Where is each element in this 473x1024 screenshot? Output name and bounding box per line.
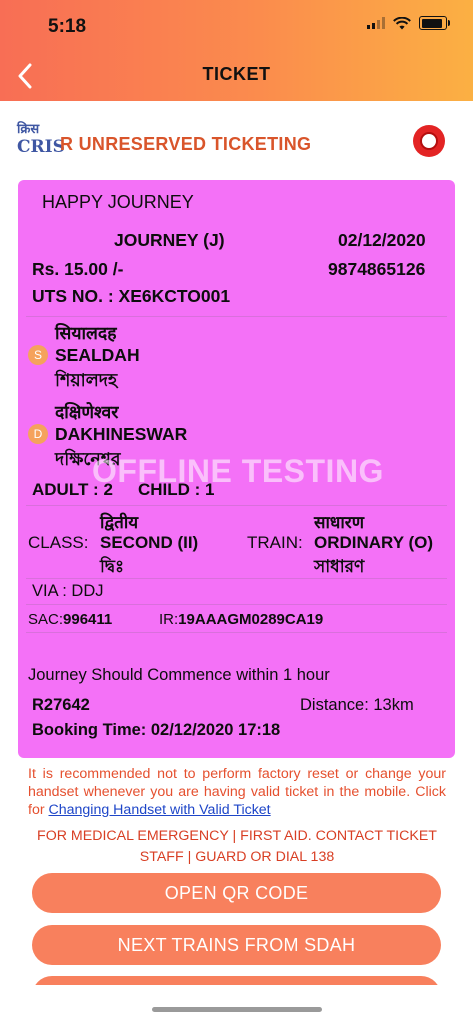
divider: [26, 578, 447, 579]
wifi-icon: [393, 16, 411, 29]
cellular-signal-icon: [367, 17, 385, 29]
reference-number: R27642: [32, 696, 90, 714]
source-hindi: सियालदह: [55, 324, 117, 344]
divider: [26, 316, 447, 317]
source-badge-icon: S: [28, 345, 48, 365]
brand-row: क्रिस CRIS R UNRESERVED TICKETING: [0, 118, 473, 168]
destination-badge-icon: D: [28, 424, 48, 444]
class-hindi: द्वितीय: [100, 513, 139, 533]
booking-time: Booking Time: 02/12/2020 17:18: [32, 721, 281, 739]
greeting: HAPPY JOURNEY: [42, 192, 194, 212]
factory-reset-notice: It is recommended not to perform factory…: [28, 765, 446, 819]
status-time: 5:18: [48, 16, 87, 37]
phone-number: 9874865126: [328, 259, 426, 279]
source-station: SEALDAH: [55, 345, 140, 365]
ir-value: 19AAAGM0289CA19: [178, 611, 324, 628]
source-bengali: শিয়ালদহ: [55, 371, 118, 391]
changing-handset-link[interactable]: Changing Handset with Valid Ticket: [49, 802, 271, 818]
offline-watermark: OFFLINE TESTING: [92, 453, 384, 489]
commence-note: Journey Should Commence within 1 hour: [28, 666, 330, 684]
ir-code: IR:19AAAGM0289CA19: [159, 611, 323, 628]
via: VIA : DDJ: [32, 582, 104, 600]
cris-logo-hindi: क्रिस: [17, 122, 40, 137]
journey-type: JOURNEY (J): [114, 230, 225, 250]
uts-number: UTS NO. : XE6KCTO001: [32, 286, 231, 306]
indian-railways-logo-icon: [413, 125, 445, 157]
train-value: ORDINARY (O): [314, 533, 433, 552]
battery-icon: [419, 16, 450, 30]
page-title: TICKET: [202, 64, 271, 84]
divider: [26, 505, 447, 506]
destination-station: DAKHINESWAR: [55, 424, 188, 444]
sac-label: SAC:: [28, 611, 64, 628]
destination-hindi: दक्षिणेश्वर: [55, 403, 119, 423]
journey-date: 02/12/2020: [338, 230, 426, 250]
train-label: TRAIN:: [247, 533, 303, 552]
cris-logo-text: CRIS: [17, 137, 65, 157]
next-trains-button[interactable]: NEXT TRAINS FROM SDAH: [32, 925, 441, 965]
emergency-line-2: STAFF | GUARD OR DIAL 138: [139, 849, 335, 865]
divider: [26, 604, 447, 605]
ticket-card: HAPPY JOURNEY JOURNEY (J) 02/12/2020 Rs.…: [18, 180, 455, 758]
open-qr-code-button[interactable]: OPEN QR CODE: [32, 873, 441, 913]
sac-code: SAC:996411: [28, 611, 112, 628]
ir-label: IR:: [159, 611, 179, 628]
class-label: CLASS:: [28, 533, 89, 552]
emergency-line-1: FOR MEDICAL EMERGENCY | FIRST AID. CONTA…: [37, 828, 437, 844]
cris-logo: क्रिस CRIS: [17, 122, 65, 164]
class-value: SECOND (II): [100, 533, 199, 552]
sac-value: 996411: [63, 611, 113, 628]
distance: Distance: 13km: [300, 696, 414, 714]
home-indicator[interactable]: [152, 1007, 322, 1012]
train-hindi: साधारण: [314, 513, 364, 533]
fare: Rs. 15.00 /-: [32, 259, 124, 279]
adult-count: ADULT : 2: [32, 480, 113, 499]
divider: [26, 632, 447, 633]
status-icons: [367, 16, 450, 30]
child-count: CHILD : 1: [138, 480, 215, 499]
brand-title: R UNRESERVED TICKETING: [60, 134, 312, 154]
emergency-notice: FOR MEDICAL EMERGENCY | FIRST AID. CONTA…: [28, 826, 446, 868]
header-bar: 5:18 TICKET: [0, 0, 473, 101]
bottom-safe-area: [0, 985, 473, 1024]
